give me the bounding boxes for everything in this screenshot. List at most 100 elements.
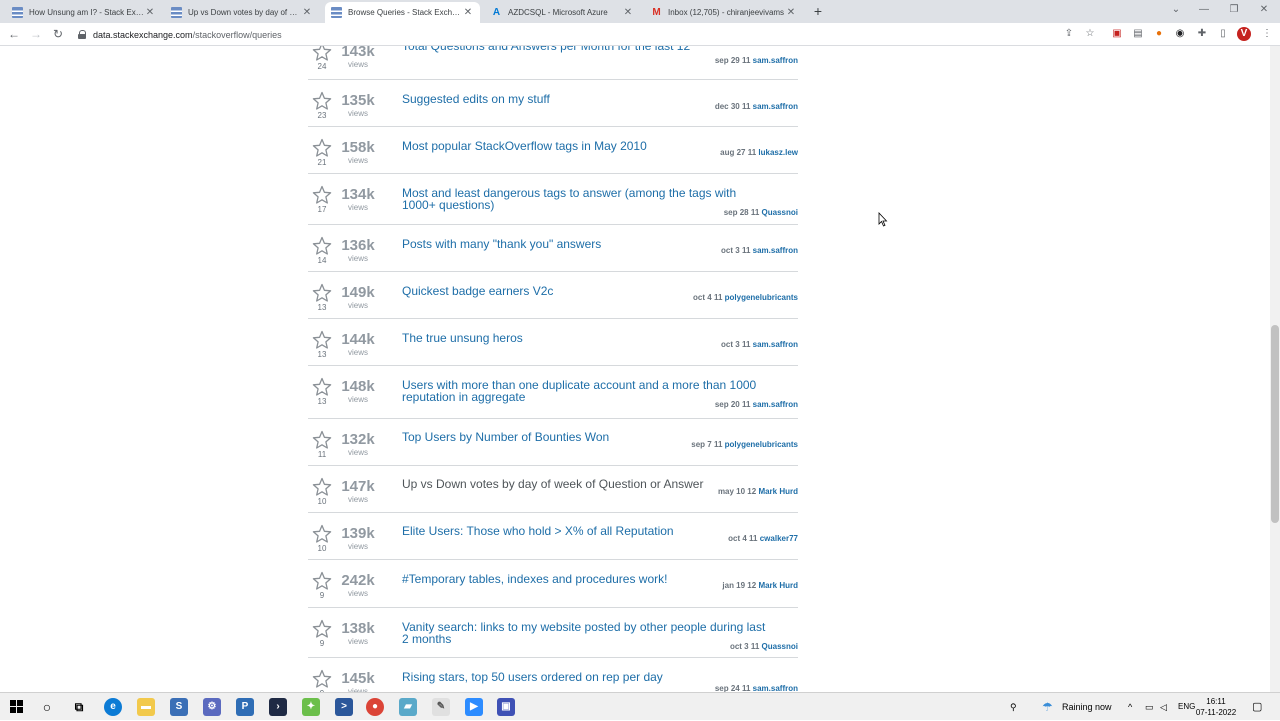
list-item: 10 147k views Up vs Down votes by day of we…	[308, 466, 798, 513]
user-link[interactable]: polygenelubricants	[725, 293, 798, 302]
favorite-star-icon[interactable]	[312, 430, 332, 450]
browser-tab[interactable]: How Unsung am I? - Stack Exchang✕	[6, 2, 162, 23]
favorite-star-icon[interactable]	[312, 619, 332, 639]
people-icon[interactable]: ⚲	[1010, 693, 1017, 721]
minimize-icon[interactable]: —	[1194, 2, 1214, 18]
browser-tab[interactable]: Up vs Down votes by day of week ✕	[165, 2, 319, 23]
query-title-link[interactable]: Posts with many "thank you" answers	[402, 238, 772, 250]
windows-start-icon[interactable]	[10, 700, 23, 713]
user-link[interactable]: Mark Hurd	[758, 581, 798, 590]
extension-icon[interactable]: ▤	[1131, 27, 1145, 41]
extension-icon[interactable]: ▣	[1110, 27, 1124, 41]
favorite-star-icon[interactable]	[312, 330, 332, 350]
query-title-link[interactable]: Most popular StackOverflow tags in May 2…	[402, 140, 772, 152]
query-title-link[interactable]: Elite Users: Those who hold > X% of all …	[402, 525, 772, 537]
favorite-star-icon[interactable]	[312, 571, 332, 591]
avatar[interactable]: V	[1237, 27, 1251, 41]
language-indicator[interactable]: ENG	[1178, 693, 1195, 721]
extension-icon[interactable]: ●	[1152, 27, 1166, 41]
user-link[interactable]: Quassnoi	[762, 208, 798, 217]
terminal-icon[interactable]: ›	[269, 698, 287, 716]
puzzle-icon[interactable]: ✚	[1195, 27, 1209, 41]
query-title-link[interactable]: The true unsung heros	[402, 332, 772, 344]
user-link[interactable]: Mark Hurd	[758, 487, 798, 496]
app-icon[interactable]: ⚙	[203, 698, 221, 716]
user-link[interactable]: sam.saffron	[753, 246, 798, 255]
notification-icon[interactable]: ▢	[1252, 693, 1262, 721]
close-tab-icon[interactable]: ✕	[462, 7, 474, 18]
query-title-link[interactable]: Most and least dangerous tags to answer …	[402, 187, 772, 211]
zoom-icon[interactable]: ▶	[465, 698, 483, 716]
query-title-link[interactable]: Vanity search: links to my website poste…	[402, 621, 772, 645]
favorite-star-icon[interactable]	[312, 524, 332, 544]
view-box: 139k views	[338, 526, 378, 552]
close-tab-icon[interactable]: ✕	[622, 7, 634, 18]
vote-count: 14	[317, 256, 327, 265]
reload-icon[interactable]: ↻	[50, 26, 66, 42]
query-title-link[interactable]: Up vs Down votes by day of week of Quest…	[402, 478, 772, 490]
close-tab-icon[interactable]: ✕	[144, 7, 156, 18]
user-link[interactable]: lukasz.lew	[758, 148, 798, 157]
menu-icon[interactable]: ⋮	[1260, 27, 1274, 41]
address-bar[interactable]: data.stackexchange.com/stackoverflow/que…	[72, 25, 1112, 44]
user-link[interactable]: sam.saffron	[753, 56, 798, 65]
app-icon[interactable]: ✎	[432, 698, 450, 716]
vote-box: 17	[312, 185, 332, 214]
search-icon[interactable]: ○	[38, 698, 56, 716]
chevron-up-icon[interactable]: ^	[1128, 693, 1132, 721]
close-tab-icon[interactable]: ✕	[301, 7, 313, 18]
task-view-icon[interactable]: ⧉	[70, 698, 88, 716]
new-tab-button[interactable]: +	[810, 3, 826, 19]
extension-icon[interactable]: ◉	[1173, 27, 1187, 41]
view-count: 145k	[341, 670, 375, 687]
user-link[interactable]: sam.saffron	[753, 340, 798, 349]
volume-icon[interactable]: ◁	[1160, 693, 1167, 721]
bookmark-star-icon[interactable]: ☆	[1083, 27, 1097, 41]
browser-tab[interactable]: A AZDCSQL - Microsoft Azure ✕	[485, 2, 640, 23]
browser-tab[interactable]: M Inbox (12,705) - chiranjeevivams ✕	[645, 2, 803, 23]
weather-text[interactable]: Raining now	[1062, 693, 1112, 721]
ssms-icon[interactable]: S	[170, 698, 188, 716]
user-link[interactable]: sam.saffron	[753, 102, 798, 111]
user-link[interactable]: Quassnoi	[762, 642, 798, 651]
query-title-link[interactable]: Rising stars, top 50 users ordered on re…	[402, 671, 772, 683]
favorite-star-icon[interactable]	[312, 46, 332, 62]
favorite-star-icon[interactable]	[312, 91, 332, 111]
view-box: 158k views	[338, 140, 378, 166]
forward-arrow-icon[interactable]: →	[28, 26, 44, 42]
browser-tab[interactable]: Browse Queries - Stack Exchange ✕	[325, 2, 480, 23]
favorite-star-icon[interactable]	[312, 236, 332, 256]
favorite-star-icon[interactable]	[312, 185, 332, 205]
user-link[interactable]: cwalker77	[760, 534, 798, 543]
query-title-link[interactable]: Total Questions and Answers per Month fo…	[402, 46, 772, 52]
app-icon[interactable]: P	[236, 698, 254, 716]
file-explorer-icon[interactable]: ▬	[137, 698, 155, 716]
close-window-icon[interactable]: ✕	[1254, 2, 1274, 18]
chrome-icon[interactable]: ●	[366, 698, 384, 716]
favorite-star-icon[interactable]	[312, 138, 332, 158]
favorite-star-icon[interactable]	[312, 477, 332, 497]
restore-icon[interactable]: ❐	[1224, 2, 1244, 18]
user-link[interactable]: polygenelubricants	[725, 440, 798, 449]
app-icon[interactable]: ▰	[399, 698, 417, 716]
app-icon[interactable]: ✦	[302, 698, 320, 716]
user-link[interactable]: sam.saffron	[753, 684, 798, 692]
favorite-star-icon[interactable]	[312, 669, 332, 689]
edge-icon[interactable]: e	[104, 698, 122, 716]
scrollbar-thumb[interactable]	[1271, 325, 1279, 523]
url-text: data.stackexchange.com/stackoverflow/que…	[93, 29, 282, 40]
network-icon[interactable]: ▭	[1145, 693, 1154, 721]
share-icon[interactable]: ⇪	[1062, 27, 1076, 41]
back-arrow-icon[interactable]: ←	[6, 26, 22, 42]
favorite-star-icon[interactable]	[312, 377, 332, 397]
app-icon[interactable]: ▣	[497, 698, 515, 716]
user-link[interactable]: sam.saffron	[753, 400, 798, 409]
weather-icon[interactable]: ☂	[1042, 693, 1053, 721]
favorite-star-icon[interactable]	[312, 283, 332, 303]
sidepanel-icon[interactable]: ▯	[1216, 27, 1230, 41]
powershell-icon[interactable]: >	[335, 698, 353, 716]
close-tab-icon[interactable]: ✕	[785, 7, 797, 18]
clock[interactable]: 16:11 07-11-2022	[1194, 696, 1238, 718]
chevron-down-icon[interactable]: ⌄	[1166, 2, 1186, 18]
query-title-link[interactable]: #Temporary tables, indexes and procedure…	[402, 573, 772, 585]
